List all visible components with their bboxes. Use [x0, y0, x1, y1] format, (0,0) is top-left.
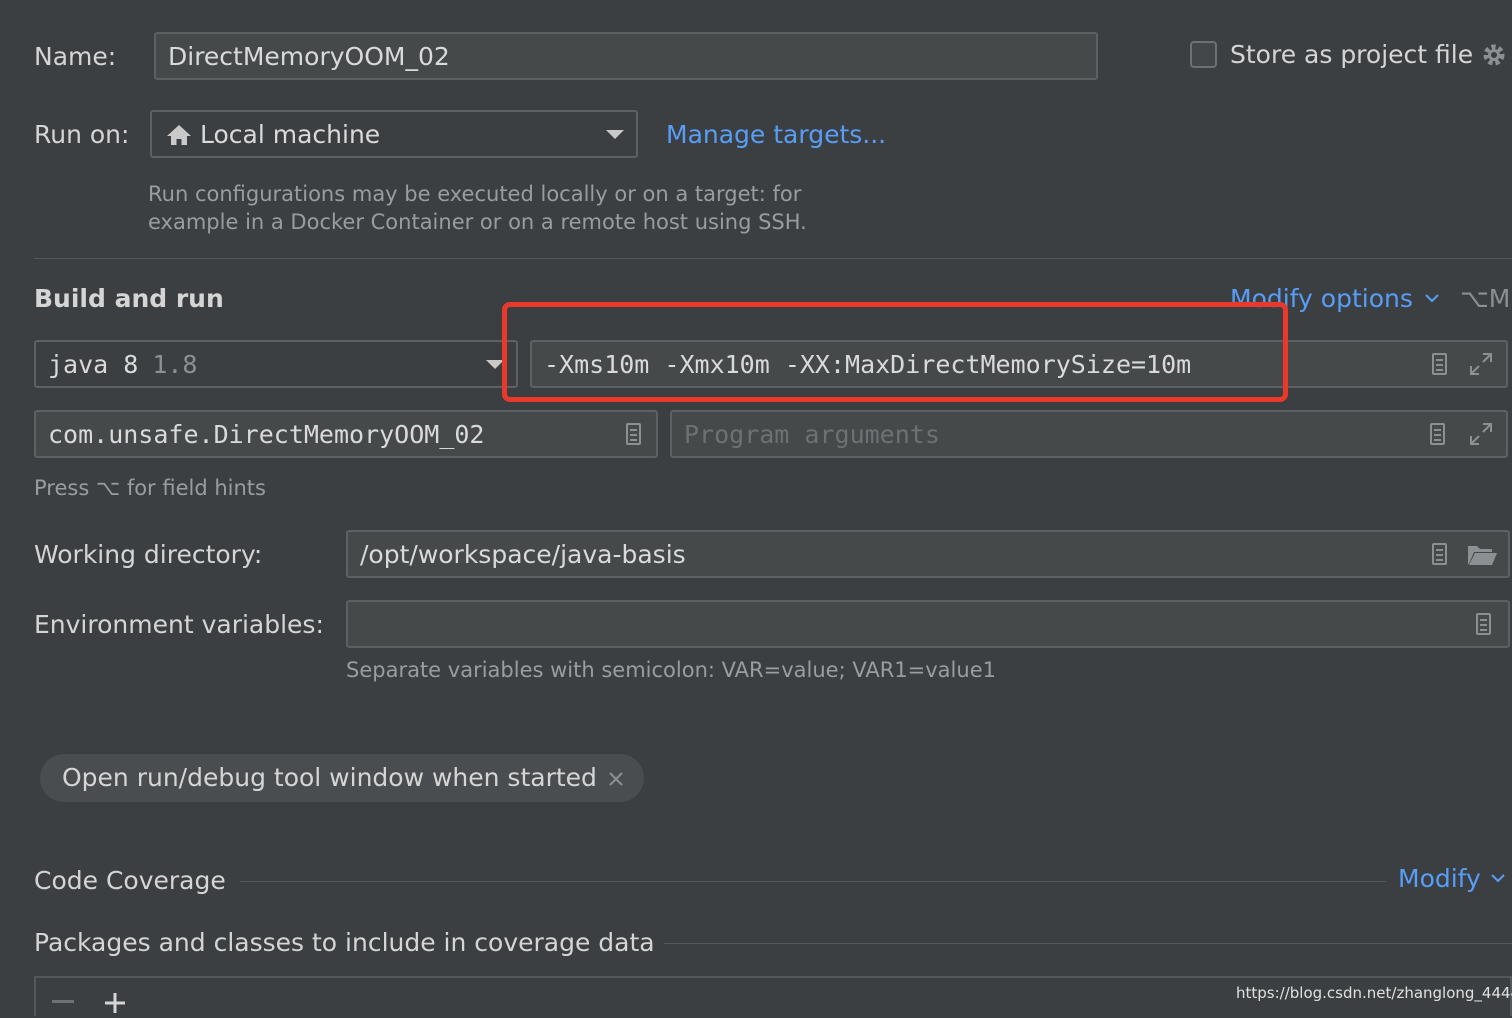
section-divider	[34, 258, 1512, 259]
folder-icon[interactable]	[1466, 542, 1498, 568]
main-class-input[interactable]: com.unsafe.DirectMemoryOOM_02	[34, 410, 658, 458]
watermark: https://blog.csdn.net/zhanglong_4444	[1236, 984, 1512, 1002]
code-coverage-divider	[240, 881, 1386, 882]
main-class-value: com.unsafe.DirectMemoryOOM_02	[48, 419, 485, 449]
chevron-down-icon	[1490, 870, 1506, 886]
expand-icon[interactable]	[1468, 421, 1494, 447]
field-hints-text: Press ⌥ for field hints	[34, 476, 266, 500]
build-and-run-title: Build and run	[34, 284, 224, 313]
code-coverage-modify-link[interactable]: Modify	[1398, 864, 1481, 894]
chevron-down-icon	[606, 130, 624, 139]
name-label: Name:	[34, 42, 117, 71]
code-coverage-title: Code Coverage	[34, 866, 226, 895]
jdk-version: 1.8	[152, 349, 198, 379]
working-directory-input[interactable]: /opt/workspace/java-basis	[346, 530, 1510, 578]
working-directory-value: /opt/workspace/java-basis	[360, 539, 686, 569]
coverage-packages-title: Packages and classes to include in cover…	[34, 928, 655, 957]
gear-icon[interactable]	[1480, 41, 1508, 69]
run-on-value: Local machine	[200, 119, 381, 149]
jdk-name: java 8	[48, 349, 139, 379]
name-input[interactable]: DirectMemoryOOM_02	[154, 32, 1098, 80]
store-project-label: Store as project file	[1230, 40, 1474, 69]
close-icon[interactable]	[608, 771, 624, 787]
chip-label: Open run/debug tool window when started	[62, 763, 597, 792]
manage-targets-link[interactable]: Manage targets...	[666, 120, 886, 150]
document-icon[interactable]	[626, 423, 641, 445]
working-directory-label: Working directory:	[34, 540, 263, 569]
environment-variables-hint: Separate variables with semicolon: VAR=v…	[346, 658, 996, 682]
jdk-select[interactable]: java 8 1.8	[34, 340, 518, 388]
jdk-value: java 8 1.8	[48, 342, 197, 386]
chevron-down-icon	[1424, 290, 1440, 306]
store-project-checkbox[interactable]	[1190, 41, 1217, 68]
expand-icon[interactable]	[1468, 351, 1494, 377]
coverage-packages-divider	[664, 943, 1512, 944]
environment-variables-input[interactable]	[346, 600, 1510, 648]
run-debug-window-chip[interactable]: Open run/debug tool window when started	[40, 754, 644, 802]
program-arguments-placeholder: Program arguments	[684, 419, 940, 449]
modify-options-shortcut: ⌥M	[1460, 284, 1511, 313]
document-icon[interactable]	[1430, 423, 1445, 445]
run-on-label: Run on:	[34, 120, 130, 149]
document-icon[interactable]	[1432, 353, 1447, 375]
environment-variables-label: Environment variables:	[34, 610, 324, 639]
program-arguments-input[interactable]: Program arguments	[670, 410, 1508, 458]
home-icon	[166, 124, 192, 146]
remove-icon[interactable]	[52, 1000, 74, 1003]
add-icon[interactable]	[104, 992, 126, 1014]
name-input-value: DirectMemoryOOM_02	[168, 41, 450, 71]
document-icon[interactable]	[1476, 613, 1491, 635]
run-on-hint-line1: Run configurations may be executed local…	[148, 182, 802, 206]
highlight-box	[502, 302, 1288, 402]
run-on-select[interactable]: Local machine	[150, 110, 638, 158]
run-on-hint-line2: example in a Docker Container or on a re…	[148, 210, 807, 234]
document-icon[interactable]	[1432, 543, 1447, 565]
